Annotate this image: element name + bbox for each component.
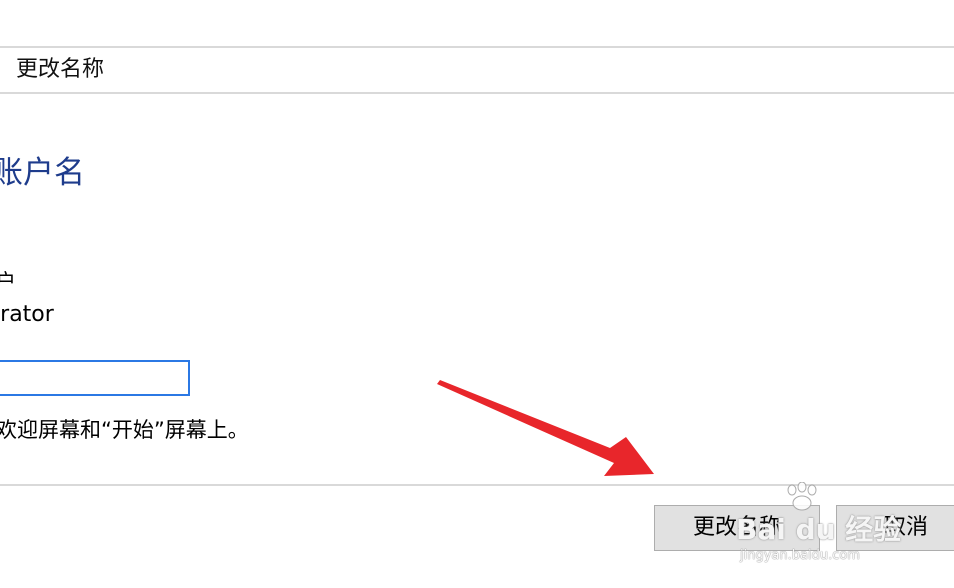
header-divider (0, 92, 954, 94)
account-group: nistrator (0, 302, 54, 327)
hint-text: 欢迎屏幕和“开始”屏幕上。 (0, 418, 249, 442)
change-name-window: 更改名称 账户名 ao 账户 nistrator 欢迎屏幕和“开始”屏幕上。 更… (0, 0, 954, 588)
red-arrow-icon (437, 380, 654, 476)
new-account-name-input[interactable] (0, 360, 190, 396)
cancel-button[interactable]: 取消 (836, 505, 954, 551)
footer-divider (0, 484, 954, 486)
account-type: 账户 (0, 270, 16, 294)
section-title: 账户名 (0, 155, 85, 191)
breadcrumb[interactable]: 更改名称 (16, 54, 104, 86)
change-name-button[interactable]: 更改名称 (654, 505, 820, 551)
top-divider (0, 46, 954, 48)
